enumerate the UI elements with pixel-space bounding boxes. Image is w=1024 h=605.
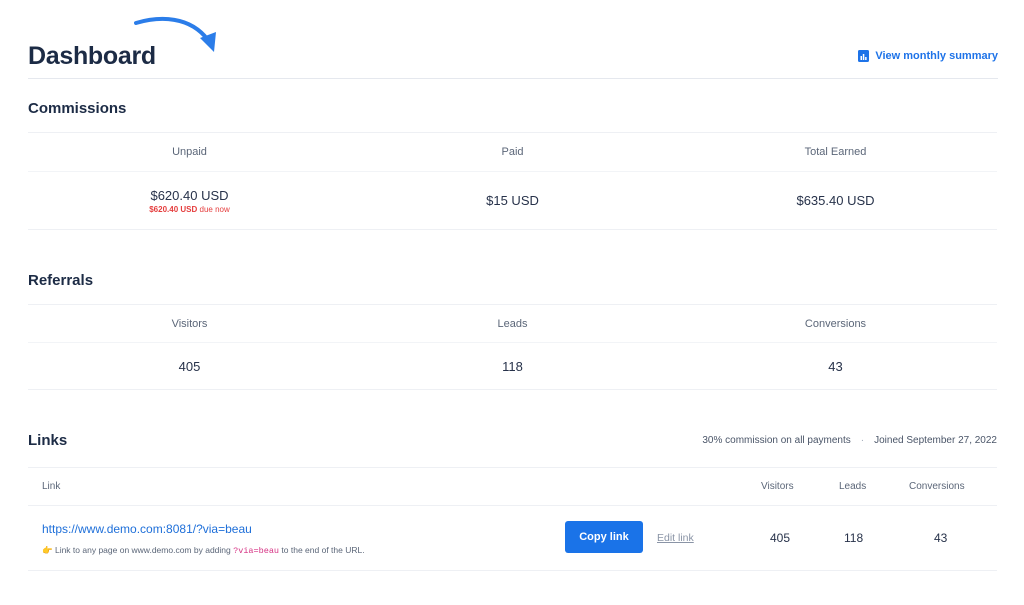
chart-document-icon bbox=[858, 50, 870, 62]
hint-param: ?via=beau bbox=[233, 546, 280, 556]
joined-date: Joined September 27, 2022 bbox=[874, 435, 997, 446]
curved-arrow-icon bbox=[134, 17, 216, 52]
link-column-header: Link bbox=[42, 481, 61, 492]
link-hint: 👉 Link to any page on www.demo.com by ad… bbox=[42, 545, 365, 556]
hint-before-text: Link to any page on www.demo.com by addi… bbox=[54, 545, 231, 555]
commissions-heading: Commissions bbox=[28, 100, 127, 117]
leads-value: 118 bbox=[502, 359, 523, 374]
visitors-header: Visitors bbox=[171, 317, 208, 330]
visitors-value: 405 bbox=[178, 359, 201, 374]
link-leads-value: 118 bbox=[844, 531, 864, 545]
due-amount: $620.40 USD bbox=[149, 204, 198, 214]
links-table: Link Visitors Leads Conversions https://… bbox=[28, 467, 997, 571]
edit-link[interactable]: Edit link bbox=[657, 532, 694, 544]
total-earned-value: $635.40 USD bbox=[796, 193, 875, 208]
copy-link-button[interactable]: Copy link bbox=[565, 521, 643, 553]
view-monthly-summary-label: View monthly summary bbox=[875, 50, 998, 62]
conversions-value: 43 bbox=[828, 359, 843, 374]
visitors-column-header: Visitors bbox=[761, 481, 794, 492]
referral-link-url[interactable]: https://www.demo.com:8081/?via=beau bbox=[42, 522, 252, 536]
pointing-hand-icon: 👉 bbox=[42, 545, 53, 555]
paid-header: Paid bbox=[501, 146, 524, 158]
hint-after-text: to the end of the URL. bbox=[281, 545, 365, 555]
unpaid-header: Unpaid bbox=[172, 146, 207, 158]
due-now-note: $620.40 USD due now bbox=[28, 205, 351, 214]
conversions-header: Conversions bbox=[804, 317, 867, 330]
view-monthly-summary-link[interactable]: View monthly summary bbox=[858, 50, 998, 62]
links-table-header: Link Visitors Leads Conversions bbox=[28, 468, 997, 506]
links-heading: Links bbox=[28, 432, 68, 449]
due-text: due now bbox=[199, 204, 230, 214]
commission-note: 30% commission on all payments bbox=[702, 435, 851, 446]
links-meta: 30% commission on all payments · Joined … bbox=[702, 435, 997, 446]
meta-separator: · bbox=[860, 435, 865, 446]
referrals-heading: Referrals bbox=[28, 272, 94, 289]
unpaid-value: $620.40 USD bbox=[150, 187, 229, 203]
referrals-table: Visitors Leads Conversions 405 118 43 bbox=[28, 304, 997, 390]
link-conversions-value: 43 bbox=[934, 531, 948, 545]
leads-header: Leads bbox=[497, 317, 528, 330]
commissions-table: Unpaid Paid Total Earned $620.40 USD $62… bbox=[28, 132, 997, 230]
link-visitors-value: 405 bbox=[770, 531, 791, 545]
leads-column-header: Leads bbox=[839, 481, 867, 492]
conversions-column-header: Conversions bbox=[909, 481, 965, 492]
paid-value: $15 USD bbox=[486, 193, 539, 208]
total-earned-header: Total Earned bbox=[804, 146, 867, 158]
unpaid-cell: $620.40 USD $620.40 USD due now bbox=[28, 188, 351, 214]
